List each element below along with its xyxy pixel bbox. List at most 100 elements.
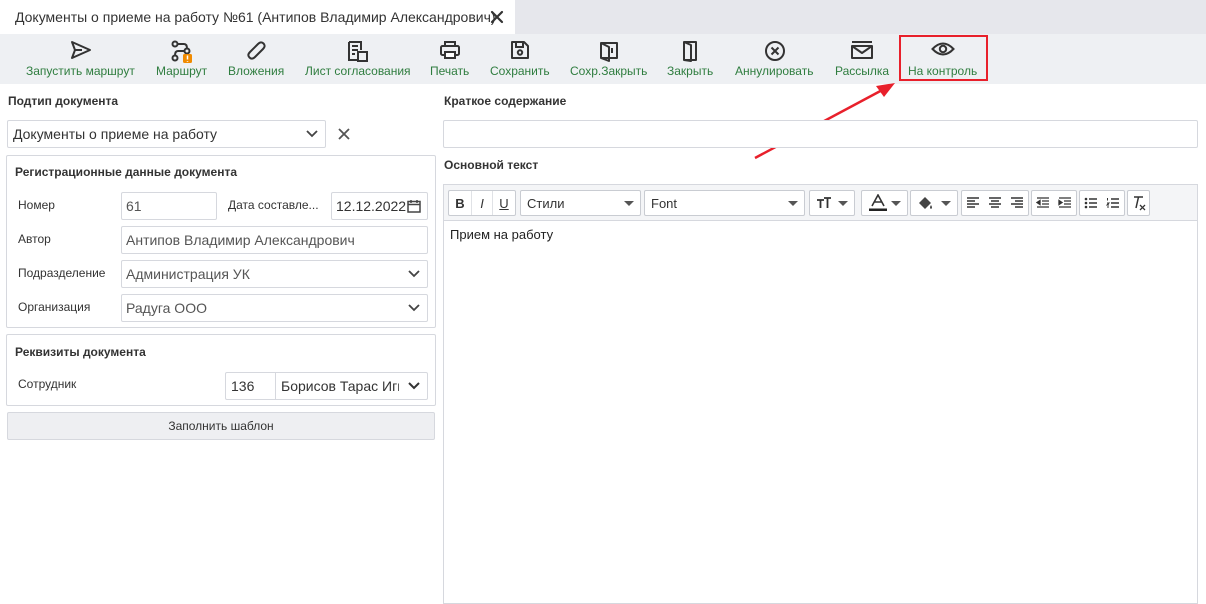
document-tab[interactable]: Документы о приеме на работу №61 (Антипо… bbox=[0, 0, 515, 34]
clear-format-group bbox=[1127, 190, 1150, 216]
chevron-down-icon bbox=[408, 270, 420, 278]
approval-sheet-button[interactable]: Лист согласования bbox=[302, 34, 414, 84]
registration-title: Регистрационные данные документа bbox=[15, 165, 238, 179]
organization-select[interactable]: Радуга ООО bbox=[121, 294, 428, 322]
organization-label: Организация bbox=[18, 300, 91, 314]
subtype-select[interactable]: Документы о приеме на работу bbox=[7, 120, 326, 148]
clear-format-icon[interactable] bbox=[1128, 191, 1149, 215]
paperclip-icon bbox=[247, 41, 266, 60]
font-size-icon bbox=[817, 197, 831, 208]
italic-icon[interactable]: I bbox=[471, 191, 493, 215]
rich-text-editor: B I U Стили Font Прием на работу bbox=[443, 184, 1198, 604]
paint-bucket-icon bbox=[919, 197, 932, 209]
close-button[interactable]: Закрыть bbox=[664, 34, 718, 84]
bullet-list-icon[interactable] bbox=[1080, 191, 1102, 215]
save-label: Сохранить bbox=[490, 64, 550, 78]
save-close-label: Сохр.Закрыть bbox=[570, 64, 648, 78]
align-left-icon[interactable] bbox=[962, 191, 984, 215]
attachments-label: Вложения bbox=[228, 64, 285, 78]
employee-select[interactable]: 136 Борисов Тарас Игг bbox=[225, 372, 428, 400]
font-label: Font bbox=[651, 195, 678, 211]
date-field[interactable]: 12.12.2022 bbox=[331, 192, 428, 220]
cancel-label: Аннулировать bbox=[735, 64, 814, 78]
bold-icon[interactable]: B bbox=[449, 191, 471, 215]
main-text-label: Основной текст bbox=[444, 158, 539, 172]
background-color-select[interactable] bbox=[910, 190, 958, 216]
route-button[interactable]: Маршрут bbox=[153, 34, 213, 84]
save-close-button[interactable]: Сохр.Закрыть bbox=[567, 34, 651, 84]
indent-group bbox=[1031, 190, 1077, 216]
tab-title: Документы о приеме на работу №61 (Антипо… bbox=[15, 9, 496, 25]
division-select[interactable]: Администрация УК bbox=[121, 260, 428, 288]
toolbar: Запустить маршрут Маршрут Вложения Лист … bbox=[0, 34, 1206, 84]
align-right-icon[interactable] bbox=[1006, 191, 1028, 215]
clear-icon[interactable] bbox=[337, 127, 351, 141]
highlight-box bbox=[899, 35, 988, 81]
underline-icon[interactable]: U bbox=[493, 191, 515, 215]
summary-input[interactable] bbox=[443, 120, 1198, 148]
mailing-button[interactable]: Рассылка bbox=[832, 34, 892, 84]
approval-sheet-label: Лист согласования bbox=[305, 64, 411, 78]
registration-panel: Регистрационные данные документа Номер 6… bbox=[6, 155, 436, 328]
text-color-select[interactable] bbox=[861, 190, 908, 216]
subtype-value: Документы о приеме на работу bbox=[13, 126, 218, 142]
author-field[interactable]: Антипов Владимир Александрович bbox=[121, 226, 428, 254]
styles-select[interactable]: Стили bbox=[520, 190, 641, 216]
save-icon bbox=[511, 41, 529, 59]
number-field[interactable]: 61 bbox=[121, 192, 217, 220]
subtype-label: Подтип документа bbox=[8, 94, 119, 108]
book-close-icon bbox=[600, 42, 618, 62]
font-size-select[interactable] bbox=[809, 190, 855, 216]
styles-label: Стили bbox=[527, 195, 565, 211]
print-button[interactable]: Печать bbox=[427, 34, 473, 84]
division-label: Подразделение bbox=[18, 266, 106, 280]
route-label: Маршрут bbox=[156, 64, 208, 78]
start-route-label: Запустить маршрут bbox=[26, 64, 135, 78]
indent-icon[interactable] bbox=[1054, 191, 1076, 215]
approval-list-icon bbox=[348, 41, 368, 62]
format-group: B I U bbox=[448, 190, 516, 216]
number-value: 61 bbox=[126, 198, 142, 214]
close-icon[interactable] bbox=[490, 9, 504, 25]
list-group bbox=[1079, 190, 1125, 216]
date-label: Дата составле... bbox=[228, 198, 319, 212]
envelope-icon bbox=[851, 41, 873, 59]
cancel-circle-icon bbox=[765, 41, 785, 61]
calendar-icon[interactable] bbox=[407, 199, 421, 213]
printer-icon bbox=[440, 41, 460, 59]
cancel-button[interactable]: Аннулировать bbox=[732, 34, 820, 84]
employee-code: 136 bbox=[226, 373, 276, 399]
send-icon bbox=[71, 41, 91, 59]
employee-label: Сотрудник bbox=[18, 377, 77, 391]
number-label: Номер bbox=[18, 198, 55, 212]
numbered-list-icon[interactable] bbox=[1102, 191, 1124, 215]
close-label: Закрыть bbox=[667, 64, 714, 78]
align-group bbox=[961, 190, 1029, 216]
requisites-title: Реквизиты документа bbox=[15, 345, 146, 359]
attachments-button[interactable]: Вложения bbox=[224, 34, 288, 84]
print-label: Печать bbox=[430, 64, 470, 78]
editor-content[interactable]: Прием на работу bbox=[450, 227, 553, 242]
requisites-panel: Реквизиты документа Сотрудник 136 Борисо… bbox=[6, 334, 436, 406]
date-value: 12.12.2022 bbox=[336, 198, 407, 214]
author-value: Антипов Владимир Александрович bbox=[126, 232, 355, 248]
author-label: Автор bbox=[18, 232, 51, 246]
organization-value: Радуга ООО bbox=[126, 300, 207, 316]
text-color-icon bbox=[869, 194, 887, 211]
mailing-label: Рассылка bbox=[835, 64, 890, 78]
start-route-button[interactable]: Запустить маршрут bbox=[23, 34, 139, 84]
employee-name: Борисов Тарас Игг bbox=[281, 378, 399, 394]
summary-label: Краткое содержание bbox=[444, 94, 567, 108]
chevron-down-icon bbox=[306, 130, 318, 138]
fill-template-button[interactable]: Заполнить шаблон bbox=[7, 412, 435, 440]
chevron-down-icon bbox=[408, 382, 420, 390]
editor-toolbar: B I U Стили Font bbox=[444, 185, 1197, 221]
font-select[interactable]: Font bbox=[644, 190, 805, 216]
division-value: Администрация УК bbox=[126, 266, 250, 282]
outdent-icon[interactable] bbox=[1032, 191, 1054, 215]
tab-bar: Документы о приеме на работу №61 (Антипо… bbox=[0, 0, 1206, 34]
save-button[interactable]: Сохранить bbox=[487, 34, 555, 84]
route-icon bbox=[171, 40, 192, 63]
align-center-icon[interactable] bbox=[984, 191, 1006, 215]
chevron-down-icon bbox=[408, 304, 420, 312]
